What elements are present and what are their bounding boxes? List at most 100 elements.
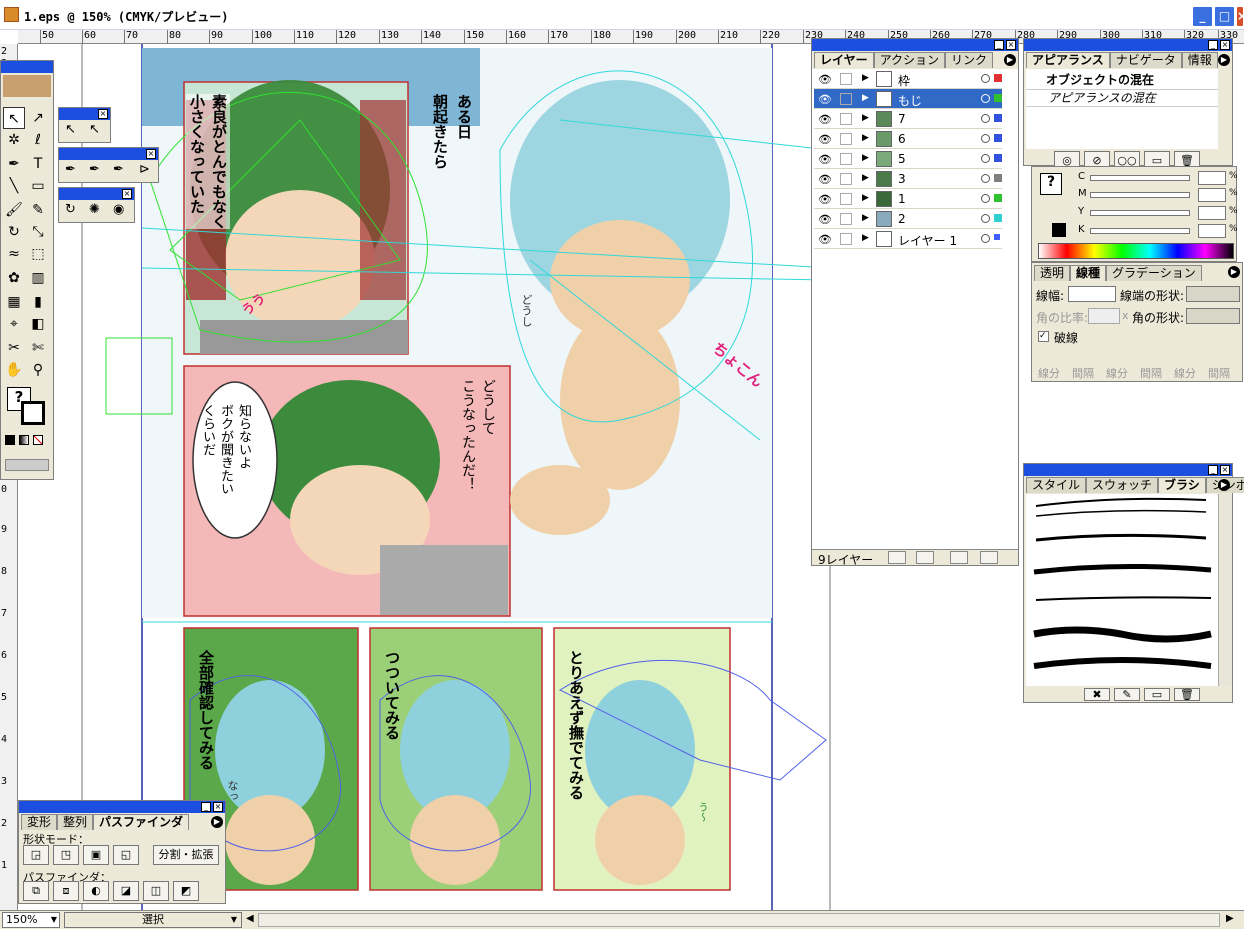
symbol-tool-icon[interactable]: ✿ (3, 267, 25, 289)
miter-input[interactable] (1088, 308, 1120, 324)
layer-row[interactable]: 👁 ▶ レイヤー 1 (814, 229, 1002, 249)
eye-icon[interactable]: 👁 (818, 93, 832, 106)
target-icon[interactable] (981, 134, 990, 143)
expand-icon[interactable]: ▶ (862, 153, 869, 163)
add-anchor-tool-icon[interactable]: ✒ (89, 162, 100, 177)
selection-tool-icon[interactable]: ↖ (65, 122, 76, 137)
cap-buttons[interactable] (1186, 286, 1240, 302)
twirl-tool-icon[interactable]: ↻ (65, 202, 76, 217)
weight-input[interactable] (1068, 286, 1116, 302)
expand-icon[interactable]: ▶ (862, 73, 869, 83)
expand-icon[interactable]: ▶ (862, 233, 869, 243)
tab-actions[interactable]: アクション (873, 52, 946, 68)
crop-icon[interactable]: ◪ (113, 881, 139, 901)
rotate-tool-icon[interactable]: ↻ (3, 221, 25, 243)
slider-m[interactable] (1090, 192, 1190, 198)
value-y[interactable] (1198, 206, 1226, 220)
warp-tool-icon[interactable]: ≈ (3, 243, 25, 265)
lock-icon[interactable] (840, 193, 852, 205)
direct-selection-tool-icon[interactable]: ↗ (27, 107, 49, 129)
spectrum-bar[interactable] (1038, 243, 1234, 259)
lock-icon[interactable] (840, 73, 852, 85)
panel-menu-icon[interactable]: ▶ (1004, 54, 1016, 66)
scroll-right-icon[interactable]: ▶ (1226, 913, 1234, 924)
lock-icon[interactable] (840, 133, 852, 145)
bloat-tool-icon[interactable]: ◉ (113, 202, 124, 217)
blend-tool-icon[interactable]: ◧ (27, 313, 49, 335)
close-button[interactable]: × (1236, 6, 1244, 27)
expand-icon[interactable]: ▶ (862, 93, 869, 103)
tab-transform[interactable]: 変形 (21, 814, 58, 830)
free-transform-tool-icon[interactable]: ⬚ (27, 243, 49, 265)
minimize-icon[interactable]: _ (201, 802, 211, 812)
close-icon[interactable]: × (122, 189, 132, 199)
maximize-button[interactable]: □ (1214, 6, 1235, 27)
brush-options-icon[interactable]: ✎ (1114, 688, 1140, 701)
pen-tool-icon[interactable]: ✒ (65, 162, 76, 177)
rectangle-tool-icon[interactable]: ▭ (27, 175, 49, 197)
exclude-shape-icon[interactable]: ◱ (113, 845, 139, 865)
add-shape-icon[interactable]: ◲ (23, 845, 49, 865)
lock-icon[interactable] (840, 233, 852, 245)
dashed-checkbox[interactable]: ✓ (1038, 331, 1049, 342)
layer-row[interactable]: 👁 ▶ 6 (814, 129, 1002, 149)
tab-pathfinder[interactable]: パスファインダ (93, 814, 190, 830)
target-icon[interactable] (981, 194, 990, 203)
eye-icon[interactable]: 👁 (818, 193, 832, 206)
new-sublayer-icon[interactable] (916, 551, 934, 564)
expand-icon[interactable]: ▶ (862, 113, 869, 123)
minimize-button[interactable]: _ (1192, 6, 1213, 27)
lock-icon[interactable] (840, 213, 852, 225)
tab-align[interactable]: 整列 (57, 814, 94, 830)
tab-styles[interactable]: スタイル (1026, 477, 1087, 493)
join-buttons[interactable] (1186, 308, 1240, 324)
layer-row[interactable]: 👁 ▶ 1 (814, 189, 1002, 209)
value-c[interactable] (1198, 171, 1226, 185)
trim-icon[interactable]: ⧈ (53, 881, 79, 901)
layer-row[interactable]: 👁 ▶ 3 (814, 169, 1002, 189)
scale-tool-icon[interactable]: ⤡ (27, 221, 49, 243)
minus-back-icon[interactable]: ◩ (173, 881, 199, 901)
value-k[interactable] (1198, 224, 1226, 238)
graph-tool-icon[interactable]: ▥ (27, 267, 49, 289)
tab-navigator[interactable]: ナビゲータ (1109, 52, 1182, 68)
minimize-icon[interactable]: _ (994, 40, 1004, 50)
brush-scrollbar[interactable] (1218, 494, 1232, 686)
target-icon[interactable] (981, 94, 990, 103)
tab-links[interactable]: リンク (945, 52, 994, 68)
lock-icon[interactable] (840, 93, 852, 105)
lasso-tool-icon[interactable]: ℓ (27, 129, 49, 151)
expand-icon[interactable]: ▶ (862, 173, 869, 183)
stroke-color-icon[interactable] (1052, 223, 1066, 237)
tab-transparency[interactable]: 透明 (1034, 265, 1071, 281)
eye-icon[interactable]: 👁 (818, 233, 832, 246)
remove-brush-icon[interactable]: ✖ (1084, 688, 1110, 701)
zoom-select[interactable]: 150% ▼ (2, 912, 60, 928)
panel-menu-icon[interactable]: ▶ (1218, 54, 1230, 66)
lock-icon[interactable] (840, 153, 852, 165)
color-mode-icon[interactable] (5, 435, 15, 445)
panel-menu-icon[interactable]: ▶ (1228, 266, 1240, 278)
target-icon[interactable] (981, 154, 990, 163)
expand-icon[interactable]: ▶ (862, 213, 869, 223)
eyedropper-tool-icon[interactable]: ⌖ (3, 313, 25, 335)
group-selection-tool-icon[interactable]: ↖ (89, 122, 100, 137)
pen-tool-icon[interactable]: ✒ (3, 153, 25, 175)
slider-c[interactable] (1090, 175, 1190, 181)
expand-icon[interactable]: ▶ (862, 193, 869, 203)
close-icon[interactable]: × (1006, 40, 1016, 50)
layer-row[interactable]: 👁 ▶ 2 (814, 209, 1002, 229)
divide-icon[interactable]: ⧉ (23, 881, 49, 901)
close-icon[interactable]: × (146, 149, 156, 159)
new-layer-icon[interactable] (950, 551, 968, 564)
scroll-left-icon[interactable]: ◀ (246, 913, 254, 924)
close-icon[interactable]: × (98, 109, 108, 119)
fill-color-icon[interactable]: ? (1040, 173, 1062, 195)
eye-icon[interactable]: 👁 (818, 113, 832, 126)
target-icon[interactable] (981, 74, 990, 83)
eye-icon[interactable]: 👁 (818, 173, 832, 186)
slice-tool-icon[interactable]: ✂ (3, 337, 25, 359)
tab-stroke[interactable]: 線種 (1070, 265, 1107, 281)
target-icon[interactable] (981, 234, 990, 243)
scissors-tool-icon[interactable]: ✄ (27, 337, 49, 359)
